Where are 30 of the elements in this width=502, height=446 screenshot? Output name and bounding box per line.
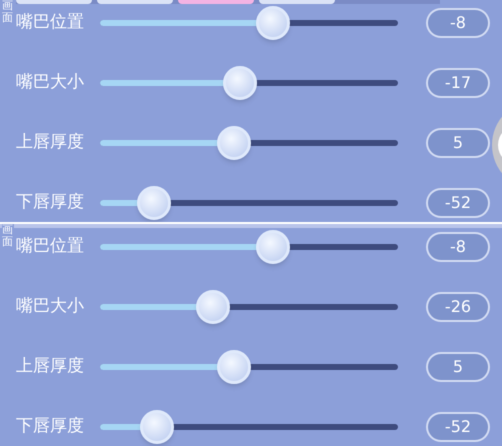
slider-thumb[interactable]: [196, 290, 230, 324]
value-field[interactable]: 5: [426, 128, 490, 158]
slider-label: 嘴巴位置: [16, 11, 85, 34]
slider-label: 上唇厚度: [16, 355, 85, 378]
value-field[interactable]: -52: [426, 412, 490, 442]
tab[interactable]: [178, 0, 254, 4]
slider-thumb[interactable]: [136, 186, 171, 220]
tab[interactable]: [97, 0, 173, 4]
slider-label: 嘴巴大小: [16, 71, 85, 94]
value-field[interactable]: -8: [426, 8, 490, 38]
value-field[interactable]: -52: [426, 188, 490, 218]
slider-label: 下唇厚度: [16, 191, 85, 214]
side-tab-label[interactable]: 画面: [2, 224, 14, 248]
slider-thumb[interactable]: [140, 410, 174, 444]
value-field[interactable]: -17: [426, 68, 490, 98]
slider-label: 嘴巴位置: [16, 235, 85, 258]
tab[interactable]: [259, 0, 335, 4]
slider-label: 下唇厚度: [16, 415, 85, 438]
value-field[interactable]: -26: [426, 292, 490, 322]
slider-label: 嘴巴大小: [16, 295, 85, 318]
slider-thumb[interactable]: [256, 230, 290, 264]
slider-thumb[interactable]: [217, 126, 252, 160]
value-field[interactable]: -8: [426, 232, 490, 262]
value-field[interactable]: 5: [426, 352, 490, 382]
tab[interactable]: [16, 0, 92, 4]
side-tab-label[interactable]: 画面: [2, 0, 14, 24]
slider-thumb[interactable]: [223, 66, 258, 100]
slider-thumb[interactable]: [217, 350, 252, 384]
slider-thumb[interactable]: [256, 6, 290, 40]
slider-label: 上唇厚度: [16, 131, 85, 154]
